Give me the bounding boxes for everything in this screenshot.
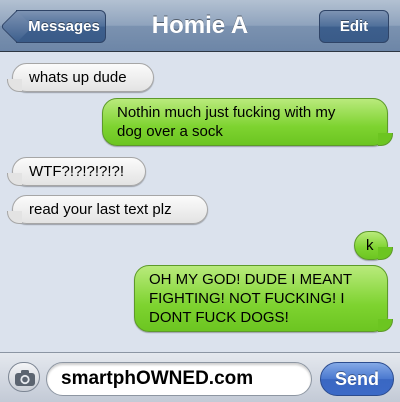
- navigation-bar: Messages Homie A Edit: [0, 0, 400, 52]
- message-input[interactable]: smartphOWNED.com: [46, 362, 312, 396]
- edit-button[interactable]: Edit: [319, 10, 389, 43]
- send-button[interactable]: Send: [320, 362, 394, 396]
- message-composer: smartphOWNED.com Send: [0, 352, 400, 402]
- camera-icon: [15, 370, 35, 386]
- message-bubble-received: read your last text plz: [7, 195, 208, 224]
- message-bubble-received: WTF?!?!?!?!?!: [7, 157, 146, 186]
- message-bubble-sent: Nothin much just fucking with my dog ove…: [102, 98, 393, 146]
- camera-button[interactable]: [8, 362, 40, 392]
- message-bubble-sent: OH MY GOD! DUDE I MEANT FIGHTING! NOT FU…: [134, 265, 393, 332]
- message-bubble-received: whats up dude: [7, 63, 154, 92]
- message-bubble-sent: k: [354, 231, 393, 260]
